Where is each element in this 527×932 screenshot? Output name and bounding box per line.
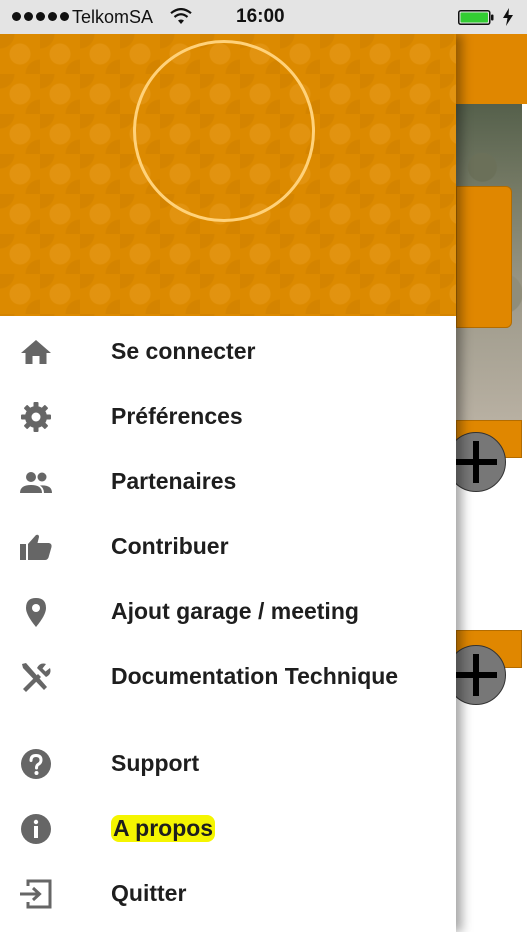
signal-strength-icon — [12, 12, 69, 21]
info-icon — [18, 813, 54, 845]
menu-item-label: Préférences — [111, 403, 243, 429]
menu-item-documentation-technique[interactable]: Documentation Technique — [0, 649, 456, 705]
location-pin-icon — [18, 596, 54, 628]
menu-item-label: Contribuer — [111, 533, 229, 559]
charging-bolt-icon — [503, 8, 513, 26]
menu-item-label: Documentation Technique — [111, 663, 399, 689]
menu-item-label: Quitter — [111, 880, 187, 906]
menu-item-label: A propos — [111, 815, 216, 842]
carrier-name: TelkomSA — [72, 7, 154, 27]
wifi-icon — [170, 8, 192, 24]
menu-item-label: Se connecter — [111, 338, 256, 364]
menu-item-label: Partenaires — [111, 468, 237, 494]
menu-item-ajout-garage[interactable]: Ajout garage / meeting — [0, 584, 456, 640]
menu-item-label: Support — [111, 750, 200, 776]
status-bar: TelkomSA 16:00 — [0, 0, 527, 34]
menu-item-label: Ajout garage / meeting — [111, 598, 359, 624]
tools-icon — [18, 661, 54, 693]
people-icon — [18, 466, 54, 498]
navigation-drawer: Se connecter Préférences Partenaires Con… — [0, 34, 456, 932]
menu-item-contribuer[interactable]: Contribuer — [0, 519, 456, 575]
background-header — [456, 34, 527, 104]
background-card — [456, 186, 512, 328]
status-time: 16:00 — [236, 6, 285, 27]
exit-icon — [18, 878, 54, 910]
menu-item-se-connecter[interactable]: Se connecter — [0, 324, 456, 380]
avatar[interactable] — [133, 40, 315, 222]
help-icon — [18, 748, 54, 780]
menu-item-support[interactable]: Support — [0, 736, 456, 792]
home-icon — [18, 336, 54, 368]
menu-item-a-propos[interactable]: A propos — [0, 801, 456, 857]
background-app — [446, 0, 527, 932]
drawer-header — [0, 34, 456, 316]
thumbs-up-icon — [18, 531, 54, 563]
menu-item-quitter[interactable]: Quitter — [0, 866, 456, 922]
app-screen: TelkomSA 16:00 Se connecter Préférences … — [0, 0, 527, 932]
gear-icon — [18, 401, 54, 433]
menu-item-preferences[interactable]: Préférences — [0, 389, 456, 445]
battery-icon — [458, 10, 494, 25]
menu-item-partenaires[interactable]: Partenaires — [0, 454, 456, 510]
